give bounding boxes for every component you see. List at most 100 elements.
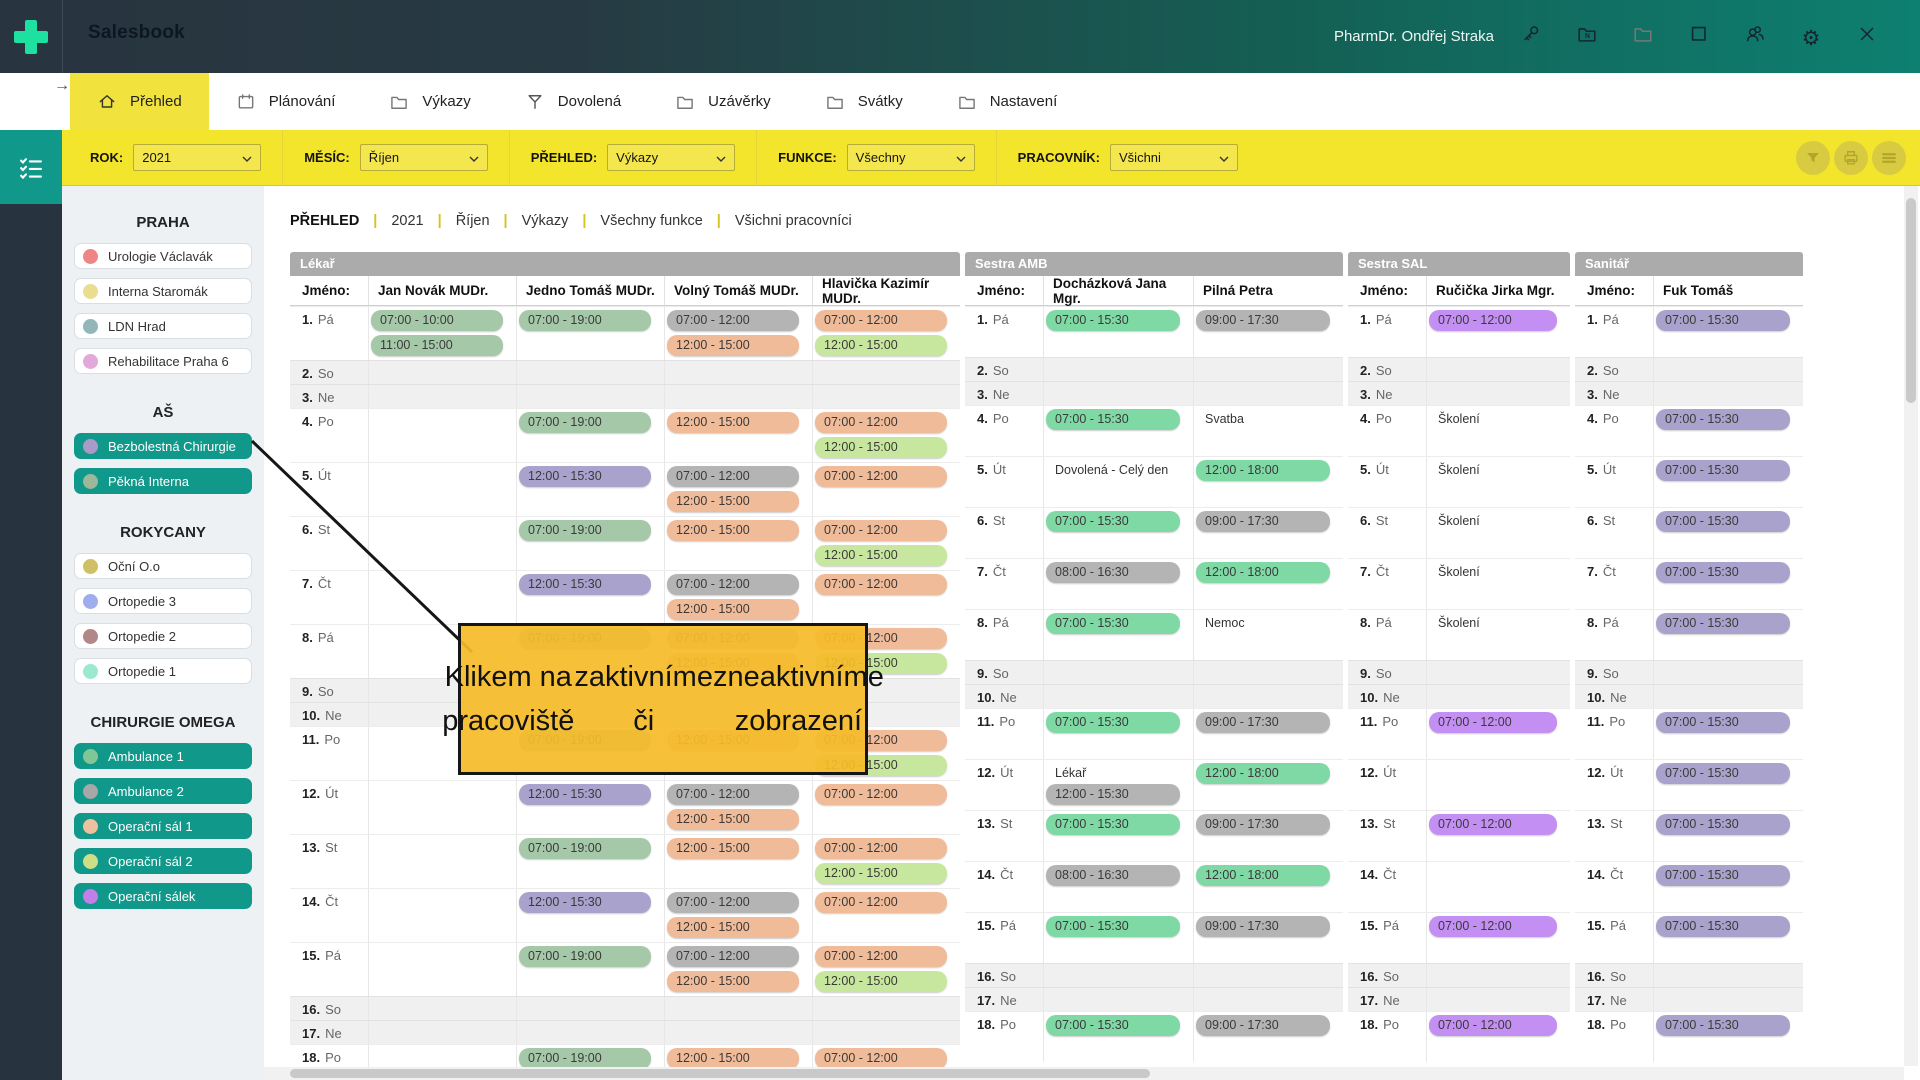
shift-chip[interactable]: 07:00 - 12:00 [815, 466, 947, 487]
shift-chip[interactable]: 12:00 - 18:00 [1196, 562, 1330, 583]
shift-chip[interactable]: 07:00 - 15:30 [1656, 460, 1790, 481]
shift-chip[interactable]: 07:00 - 19:00 [519, 412, 651, 433]
shift-chip[interactable]: 11:00 - 15:00 [371, 335, 503, 356]
shift-chip[interactable]: 07:00 - 12:00 [667, 310, 799, 331]
shift-chip[interactable]: 12:00 - 15:30 [1046, 784, 1180, 805]
shift-chip[interactable]: 07:00 - 15:30 [1046, 613, 1180, 634]
rok-select[interactable]: 2021 [133, 144, 261, 171]
shift-chip[interactable]: 12:00 - 15:30 [519, 466, 651, 487]
shift-chip[interactable]: 07:00 - 15:30 [1046, 712, 1180, 733]
vertical-scrollbar[interactable] [1904, 186, 1918, 1066]
shift-chip[interactable]: 07:00 - 12:00 [667, 784, 799, 805]
shift-chip[interactable]: 12:00 - 15:00 [667, 917, 799, 938]
shift-chip[interactable]: 12:00 - 15:30 [519, 892, 651, 913]
tab-uzaverky[interactable]: Uzávěrky [648, 73, 798, 130]
shift-chip[interactable]: 07:00 - 12:00 [1429, 712, 1557, 733]
shift-chip[interactable]: 07:00 - 15:30 [1656, 916, 1790, 937]
tab-vykazy[interactable]: Výkazy [362, 73, 497, 130]
folder-icon[interactable] [1631, 22, 1655, 46]
shift-chip[interactable]: 07:00 - 15:30 [1656, 865, 1790, 886]
shift-chip[interactable]: 07:00 - 15:30 [1046, 511, 1180, 532]
shift-chip[interactable]: 12:00 - 15:00 [815, 863, 947, 884]
funkce-select[interactable]: Všechny [847, 144, 975, 171]
shift-chip[interactable]: 12:00 - 18:00 [1196, 460, 1330, 481]
printer-button[interactable] [1834, 141, 1868, 175]
shift-chip[interactable]: 07:00 - 15:30 [1656, 310, 1790, 331]
collapse-arrow-icon[interactable]: → [54, 77, 70, 95]
shift-chip[interactable]: 07:00 - 19:00 [519, 1048, 651, 1069]
shift-chip[interactable]: 12:00 - 15:00 [815, 545, 947, 566]
workplace-ambulance-1[interactable]: Ambulance 1 [74, 743, 252, 769]
shift-chip[interactable]: 12:00 - 15:00 [667, 971, 799, 992]
shift-chip[interactable]: 08:00 - 16:30 [1046, 865, 1180, 886]
shift-chip[interactable]: 07:00 - 12:00 [815, 574, 947, 595]
shift-chip[interactable]: 07:00 - 15:30 [1656, 712, 1790, 733]
shift-chip[interactable]: 07:00 - 12:00 [815, 946, 947, 967]
shift-chip[interactable]: 07:00 - 19:00 [519, 838, 651, 859]
shift-chip[interactable]: 07:00 - 15:30 [1656, 763, 1790, 784]
checklist-menu-button[interactable] [0, 130, 62, 204]
shift-chip[interactable]: 07:00 - 15:30 [1046, 409, 1180, 430]
shift-chip[interactable]: 07:00 - 15:30 [1046, 814, 1180, 835]
shift-chip[interactable]: 07:00 - 19:00 [519, 520, 651, 541]
shift-chip[interactable]: 07:00 - 15:30 [1656, 409, 1790, 430]
gear-icon[interactable]: ⚙ [1799, 27, 1823, 51]
shift-chip[interactable]: 07:00 - 12:00 [815, 310, 947, 331]
shift-chip[interactable]: 12:00 - 15:00 [667, 520, 799, 541]
shift-chip[interactable]: 07:00 - 12:00 [667, 574, 799, 595]
key-icon[interactable] [1519, 22, 1543, 46]
shift-chip[interactable]: 12:00 - 15:00 [667, 1048, 799, 1069]
shift-chip[interactable]: 12:00 - 15:30 [519, 574, 651, 595]
shift-chip[interactable]: 07:00 - 15:30 [1656, 562, 1790, 583]
shift-chip[interactable]: 12:00 - 15:00 [815, 437, 947, 458]
filter-button[interactable] [1796, 141, 1830, 175]
shift-chip[interactable]: 07:00 - 15:30 [1656, 511, 1790, 532]
shift-chip[interactable]: 12:00 - 15:00 [667, 809, 799, 830]
shift-chip[interactable]: 07:00 - 19:00 [519, 310, 651, 331]
shift-chip[interactable]: 07:00 - 12:00 [815, 838, 947, 859]
shift-chip[interactable]: 07:00 - 12:00 [1429, 310, 1557, 331]
shift-chip[interactable]: 12:00 - 15:00 [667, 491, 799, 512]
shift-chip[interactable]: 07:00 - 12:00 [815, 784, 947, 805]
users-icon[interactable] [1743, 22, 1767, 46]
shift-chip[interactable]: 09:00 - 17:30 [1196, 310, 1330, 331]
shift-chip[interactable]: 09:00 - 17:30 [1196, 1015, 1330, 1036]
tab-planovani[interactable]: Plánování [209, 73, 363, 130]
menu-button[interactable] [1872, 141, 1906, 175]
shift-chip[interactable]: 07:00 - 15:30 [1656, 1015, 1790, 1036]
tab-dovolena[interactable]: Dovolená [498, 73, 648, 130]
horizontal-scrollbar-thumb[interactable] [290, 1069, 1150, 1078]
shift-chip[interactable]: 07:00 - 12:00 [815, 520, 947, 541]
workplace-ortopedie-1[interactable]: Ortopedie 1 [74, 658, 252, 684]
tab-svatky[interactable]: Svátky [798, 73, 930, 130]
shift-chip[interactable]: 12:00 - 18:00 [1196, 763, 1330, 784]
shift-chip[interactable]: 07:00 - 12:00 [815, 892, 947, 913]
shift-chip[interactable]: 09:00 - 17:30 [1196, 916, 1330, 937]
workplace-interna-staromak[interactable]: Interna Staromák [74, 278, 252, 304]
square-icon[interactable] [1687, 22, 1711, 46]
shift-chip[interactable]: 07:00 - 12:00 [667, 466, 799, 487]
shift-chip[interactable]: 12:00 - 15:00 [815, 971, 947, 992]
shift-chip[interactable]: 07:00 - 15:30 [1046, 1015, 1180, 1036]
shift-chip[interactable]: 07:00 - 15:30 [1656, 613, 1790, 634]
workplace-operacni-sal-1[interactable]: Operační sál 1 [74, 813, 252, 839]
shift-chip[interactable]: 12:00 - 15:00 [667, 412, 799, 433]
workplace-operacni-salek[interactable]: Operační sálek [74, 883, 252, 909]
tab-nastaveni[interactable]: Nastavení [930, 73, 1085, 130]
workplace-rehabilitace-praha-6[interactable]: Rehabilitace Praha 6 [74, 348, 252, 374]
workplace-pekna-interna[interactable]: Pěkná Interna [74, 468, 252, 494]
shift-chip[interactable]: 09:00 - 17:30 [1196, 511, 1330, 532]
shift-chip[interactable]: 07:00 - 15:30 [1046, 916, 1180, 937]
workplace-ocni-o-o[interactable]: Oční O.o [74, 553, 252, 579]
prehled-select[interactable]: Výkazy [607, 144, 735, 171]
shift-chip[interactable]: 12:00 - 18:00 [1196, 865, 1330, 886]
workplace-bezbolestna-chirurgie[interactable]: Bezbolestná Chirurgie [74, 433, 252, 459]
shift-chip[interactable]: 12:00 - 15:00 [667, 335, 799, 356]
shift-chip[interactable]: 07:00 - 12:00 [815, 1048, 947, 1069]
tab-prehled[interactable]: Přehled [70, 73, 209, 130]
shift-chip[interactable]: 09:00 - 17:30 [1196, 712, 1330, 733]
shift-chip[interactable]: 07:00 - 12:00 [1429, 1015, 1557, 1036]
workplace-urologie-vaclavak[interactable]: Urologie Václavák [74, 243, 252, 269]
shift-chip[interactable]: 07:00 - 12:00 [667, 946, 799, 967]
shift-chip[interactable]: 09:00 - 17:30 [1196, 814, 1330, 835]
